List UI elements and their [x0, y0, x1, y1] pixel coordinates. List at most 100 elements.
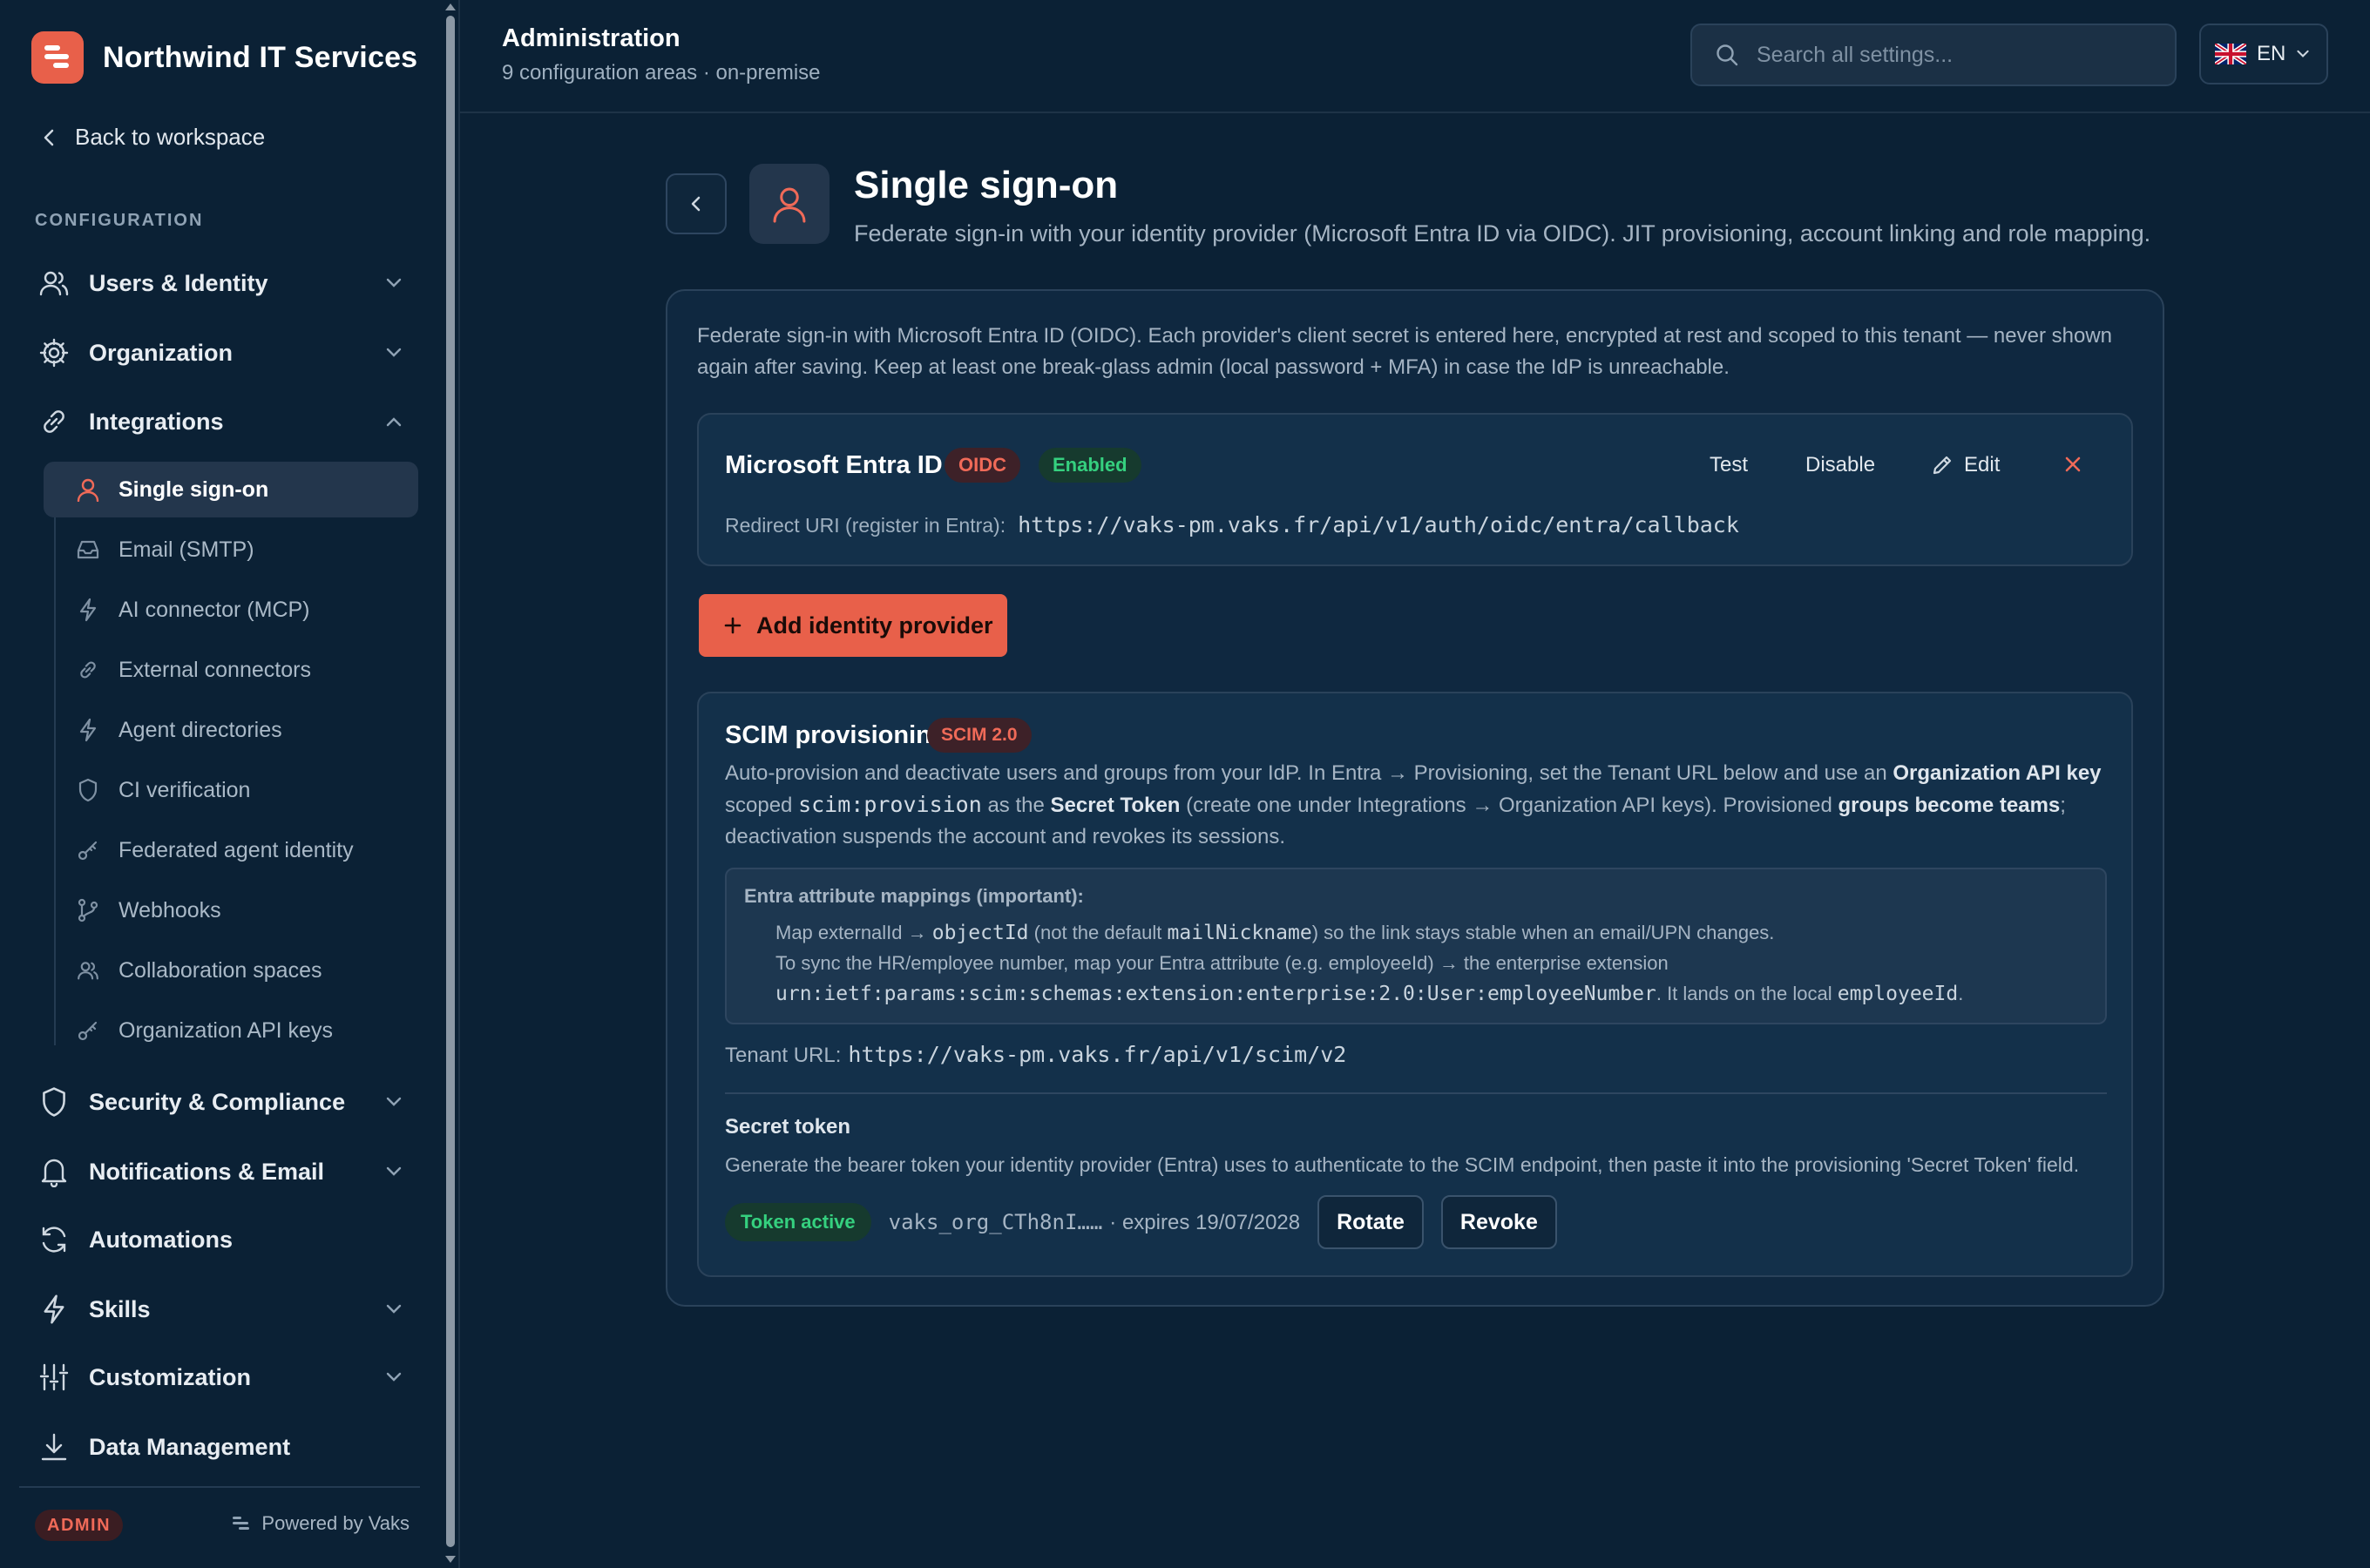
nav-group-security-compliance[interactable]: Security & Compliance	[35, 1078, 410, 1126]
nav-group-label: Users & Identity	[89, 269, 268, 296]
bolt-icon	[75, 717, 101, 743]
sidebar: Northwind IT Services Back to workspace …	[0, 0, 441, 1568]
remove-provider-button[interactable]	[2063, 455, 2082, 474]
shield-icon	[75, 777, 101, 803]
mapping-code: employeeId	[1837, 983, 1959, 1005]
chevron-down-icon	[382, 1365, 406, 1389]
revoke-token-button[interactable]: Revoke	[1440, 1195, 1557, 1249]
header-title: Administration	[502, 24, 681, 52]
mapping-line: To sync the HR/employee number, map your…	[775, 952, 1669, 974]
scim-desc-bold: groups become teams	[1838, 794, 2061, 817]
sidebar-item-single-sign-on[interactable]: Single sign-on	[44, 462, 418, 517]
link-icon	[35, 402, 73, 441]
nav-group-label: Automations	[89, 1226, 233, 1253]
sidebar-item-label: Collaboration spaces	[118, 957, 322, 983]
add-identity-provider-button[interactable]: Add identity provider	[699, 594, 1007, 657]
scim-desc-text: as the	[981, 794, 1051, 817]
language-selector[interactable]: EN	[2199, 24, 2328, 84]
brand-name: Northwind IT Services	[103, 40, 418, 74]
sidebar-item-label: Agent directories	[118, 717, 282, 742]
powered-by-label: Powered by Vaks	[261, 1512, 410, 1534]
sidebar-item-organization-api-keys[interactable]: Organization API keys	[44, 1003, 418, 1058]
test-label: Test	[1710, 453, 1749, 476]
chevron-down-icon	[382, 341, 406, 365]
token-prefix: vaks_org_CTh8nI……	[888, 1209, 1103, 1234]
chevron-down-icon	[382, 271, 406, 295]
edit-button[interactable]: Edit	[1931, 453, 2000, 477]
search-input[interactable]	[1755, 41, 2159, 69]
pencil-icon	[1933, 456, 1952, 475]
nav-group-automations[interactable]: Automations	[35, 1215, 410, 1264]
back-to-workspace-link[interactable]: Back to workspace	[42, 124, 265, 151]
provider-card: Microsoft Entra ID OIDC Enabled Test Dis…	[697, 413, 2133, 566]
close-icon	[2065, 456, 2081, 472]
bell-icon	[35, 1152, 73, 1191]
bolt-icon	[75, 597, 101, 623]
test-button[interactable]: Test	[1710, 453, 1748, 477]
redirect-uri-label: Redirect URI (register in Entra):	[725, 514, 1006, 537]
nav-group-customization[interactable]: Customization	[35, 1353, 410, 1402]
secret-token-description: Generate the bearer token your identity …	[725, 1153, 2080, 1176]
scim-description: Auto-provision and deactivate users and …	[725, 758, 2119, 853]
disable-button[interactable]: Disable	[1805, 453, 1875, 477]
attribute-mappings-box: Entra attribute mappings (important): Ma…	[725, 868, 2107, 1024]
provider-name: Microsoft Entra ID	[725, 451, 943, 479]
inbox-icon	[75, 537, 101, 563]
sidebar-item-webhooks[interactable]: Webhooks	[44, 882, 418, 938]
sidebar-item-agent-directories[interactable]: Agent directories	[44, 702, 418, 758]
scim-title: SCIM provisioning	[725, 721, 947, 749]
back-to-workspace-label: Back to workspace	[75, 124, 266, 150]
scim-desc-bold: Organization API key	[1893, 761, 2102, 785]
sliders-icon	[35, 1358, 73, 1396]
sidebar-item-label: Email (SMTP)	[118, 537, 254, 562]
scroll-down-icon[interactable]	[445, 1556, 456, 1563]
sidebar-item-label: Organization API keys	[118, 1017, 333, 1043]
rotate-token-button[interactable]: Rotate	[1317, 1195, 1424, 1249]
user-icon	[75, 476, 101, 503]
scim-version-badge: SCIM 2.0	[927, 718, 1032, 753]
nav-group-users-identity[interactable]: Users & Identity	[35, 259, 410, 308]
nav-group-label: Integrations	[89, 408, 224, 435]
page-title: Single sign-on	[854, 164, 1119, 206]
scim-desc-text: (create one under Integrations → Organiz…	[1180, 794, 1838, 817]
sidebar-item-collaboration-spaces[interactable]: Collaboration spaces	[44, 943, 418, 998]
nav-group-data-management[interactable]: Data Management	[35, 1423, 410, 1471]
brand[interactable]: Northwind IT Services	[31, 31, 417, 84]
chevron-down-icon	[382, 1297, 406, 1321]
nav-group-label: Skills	[89, 1295, 151, 1322]
sidebar-item-ci-verification[interactable]: CI verification	[44, 762, 418, 818]
edit-label: Edit	[1964, 453, 2001, 476]
mapping-code: mailNickname	[1167, 922, 1312, 944]
users-icon	[35, 264, 73, 302]
scim-desc-bold: Secret Token	[1050, 794, 1181, 817]
nav-group-label: Security & Compliance	[89, 1088, 346, 1115]
key-icon	[75, 837, 101, 863]
settings-search[interactable]	[1690, 24, 2177, 86]
page-subtitle: Federate sign-in with your identity prov…	[854, 220, 2151, 247]
token-row: Token active vaks_org_CTh8nI…… · expires…	[725, 1195, 1557, 1249]
vaks-logo-icon	[233, 1517, 250, 1530]
add-identity-provider-label: Add identity provider	[756, 612, 993, 639]
nav-group-organization[interactable]: Organization	[35, 328, 410, 377]
mapping-code: objectId	[931, 922, 1029, 944]
sidebar-item-ai-connector[interactable]: AI connector (MCP)	[44, 582, 418, 638]
sidebar-item-email-smtp[interactable]: Email (SMTP)	[44, 522, 418, 578]
scroll-up-icon[interactable]	[445, 3, 456, 10]
shield-icon	[35, 1083, 73, 1121]
mapping-line: urn:ietf:params:scim:schemas:extension:e…	[775, 983, 1963, 1005]
tenant-url-label: Tenant URL:	[725, 1044, 842, 1067]
uk-flag-icon	[2215, 44, 2246, 64]
sidebar-border	[458, 0, 460, 1568]
mapping-code: urn:ietf:params:scim:schemas:extension:e…	[775, 983, 1656, 1005]
sidebar-item-external-connectors[interactable]: External connectors	[44, 642, 418, 698]
sidebar-item-federated-agent-identity[interactable]: Federated agent identity	[44, 822, 418, 878]
powered-by: Powered by Vaks	[232, 1512, 410, 1535]
sidebar-scroll-thumb[interactable]	[446, 16, 455, 1547]
nav-group-notifications-email[interactable]: Notifications & Email	[35, 1147, 410, 1196]
page-back-button[interactable]	[666, 173, 727, 234]
scim-desc-text: scoped	[725, 794, 799, 817]
sidebar-item-label: Single sign-on	[118, 476, 269, 502]
nav-group-skills[interactable]: Skills	[35, 1285, 410, 1334]
nav-group-integrations[interactable]: Integrations	[35, 397, 410, 446]
nav-group-label: Data Management	[89, 1433, 291, 1460]
